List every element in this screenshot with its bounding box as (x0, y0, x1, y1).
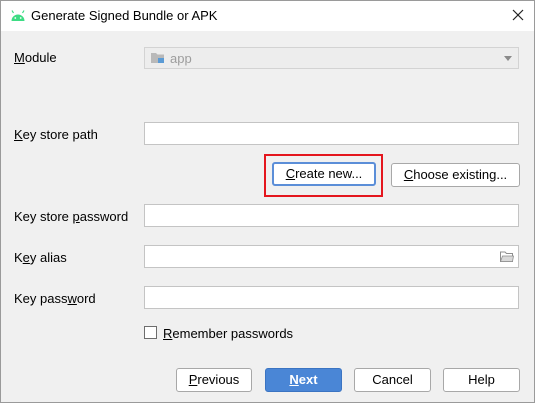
cancel-button[interactable]: Cancel (354, 368, 431, 392)
previous-button[interactable]: Previous (176, 368, 252, 392)
choose-existing-button[interactable]: Choose existing... (391, 163, 520, 187)
remember-passwords-checkbox[interactable] (144, 326, 157, 339)
key-store-password-label: Key store password (14, 209, 129, 224)
folder-icon[interactable] (500, 251, 514, 262)
android-icon (11, 10, 25, 21)
title-bar: Generate Signed Bundle or APK (1, 1, 534, 31)
next-button[interactable]: Next (265, 368, 342, 392)
close-icon[interactable] (508, 5, 528, 25)
remember-passwords-label[interactable]: Remember passwords (163, 326, 293, 341)
generate-signed-apk-dialog: Generate Signed Bundle or APK Module app… (0, 0, 535, 403)
key-password-label: Key password (14, 291, 96, 306)
key-alias-label: Key alias (14, 250, 67, 265)
key-store-path-field[interactable] (144, 122, 519, 145)
key-alias-field[interactable] (144, 245, 519, 268)
module-label: Module (14, 50, 57, 65)
module-dropdown[interactable]: app (144, 47, 519, 69)
key-store-path-label: Key store path (14, 127, 98, 142)
dialog-title: Generate Signed Bundle or APK (31, 8, 218, 23)
module-value: app (170, 51, 192, 66)
key-store-password-field[interactable] (144, 204, 519, 227)
create-new-button[interactable]: Create new... (272, 162, 376, 186)
key-password-field[interactable] (144, 286, 519, 309)
chevron-down-icon (504, 56, 512, 61)
module-folder-icon (151, 53, 164, 63)
help-button[interactable]: Help (443, 368, 520, 392)
